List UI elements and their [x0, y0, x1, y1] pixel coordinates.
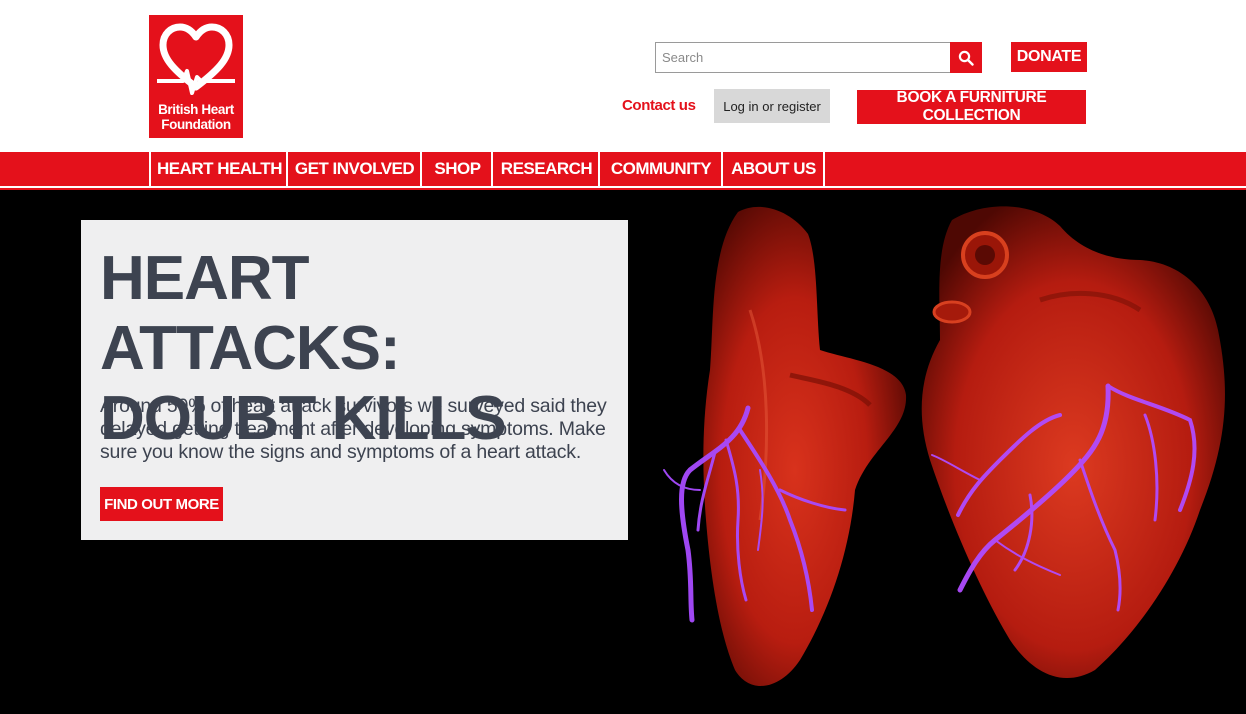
logo-text-line2: Foundation	[161, 117, 231, 132]
contact-us-link[interactable]: Contact us	[622, 97, 696, 114]
main-nav: HEART HEALTH GET INVOLVED SHOP RESEARCH …	[0, 152, 1246, 186]
nav-item-community[interactable]: COMMUNITY	[598, 152, 722, 186]
donate-button[interactable]: DONATE	[1011, 42, 1087, 72]
logo-text-line1: British Heart	[158, 102, 234, 117]
nav-item-shop[interactable]: SHOP	[420, 152, 493, 186]
search-input[interactable]	[655, 42, 951, 73]
nav-item-about-us[interactable]: ABOUT US	[721, 152, 824, 186]
search-button[interactable]	[950, 42, 982, 73]
hero-banner: HEART ATTACKS: DOUBT KILLS Around 50% of…	[0, 190, 1246, 714]
hero-body-text: Around 50% of heart attack survivors we …	[100, 395, 607, 463]
right-heart-shape	[921, 206, 1225, 679]
hero-card: HEART ATTACKS: DOUBT KILLS Around 50% of…	[81, 220, 628, 540]
left-heart-shape	[703, 206, 907, 687]
heart-logo-icon	[157, 23, 235, 95]
hero-title-line1: HEART ATTACKS:	[100, 244, 401, 383]
book-furniture-collection-button[interactable]: BOOK A FURNITURE COLLECTION	[857, 89, 1086, 124]
logo-text: British Heart Foundation	[149, 102, 243, 132]
nav-item-get-involved[interactable]: GET INVOLVED	[286, 152, 421, 186]
heart-scan-image	[663, 206, 1225, 687]
nav-item-research[interactable]: RESEARCH	[491, 152, 600, 186]
nav-item-heart-health[interactable]: HEART HEALTH	[149, 152, 288, 186]
bhf-logo[interactable]: British Heart Foundation	[149, 15, 243, 138]
login-register-button[interactable]: Log in or register	[714, 89, 830, 123]
find-out-more-button[interactable]: FIND OUT MORE	[100, 487, 223, 521]
search-icon	[958, 50, 974, 66]
nav-divider	[823, 152, 825, 186]
site-header: British Heart Foundation DONATE Contact …	[0, 0, 1246, 152]
